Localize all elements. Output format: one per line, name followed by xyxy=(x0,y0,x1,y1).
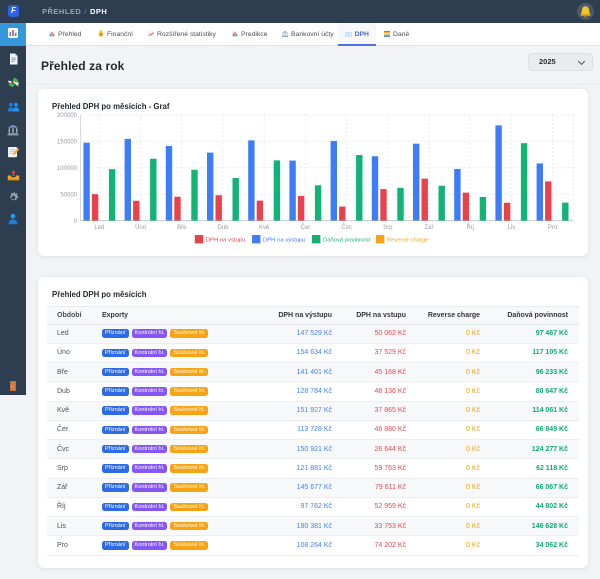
svg-text:Bře: Bře xyxy=(177,225,187,231)
svg-text:150000: 150000 xyxy=(57,140,78,146)
svg-text:Srp: Srp xyxy=(383,225,393,231)
svg-text:Dub: Dub xyxy=(217,225,229,231)
svg-text:100000: 100000 xyxy=(57,166,78,172)
svg-text:50000: 50000 xyxy=(60,192,77,198)
svg-text:Říj: Říj xyxy=(467,223,474,231)
svg-text:Pro: Pro xyxy=(548,225,558,231)
svg-text:Reverse charge: Reverse charge xyxy=(387,238,429,244)
svg-text:Čer: Čer xyxy=(301,224,311,231)
svg-text:0: 0 xyxy=(74,219,78,225)
svg-text:Čvc: Čvc xyxy=(341,224,351,231)
svg-text:$: $ xyxy=(100,33,102,37)
svg-text:Daňová povinnost: Daňová povinnost xyxy=(323,238,371,244)
svg-text:Lis: Lis xyxy=(508,225,516,231)
svg-text:Úno: Úno xyxy=(135,224,147,231)
svg-text:Zář: Zář xyxy=(425,225,435,231)
svg-text:DPH na výstupu: DPH na výstupu xyxy=(263,238,306,244)
svg-text:200000: 200000 xyxy=(57,113,78,119)
svg-text:Led: Led xyxy=(94,225,104,231)
svg-text:DPH na vstupu: DPH na vstupu xyxy=(206,238,246,244)
svg-text:Kvě: Kvě xyxy=(259,225,270,231)
